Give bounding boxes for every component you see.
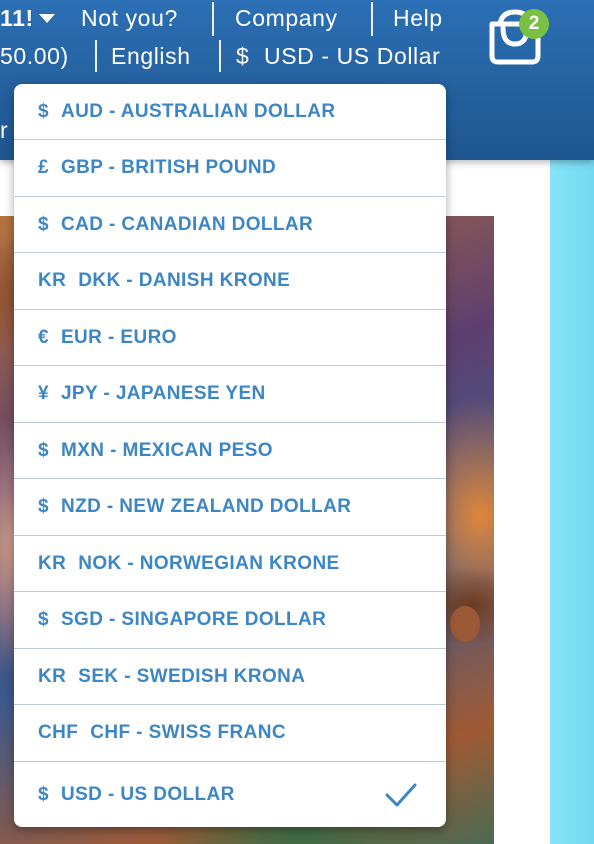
currency-option-symbol: ¥ — [38, 383, 49, 404]
currency-option[interactable]: $ NZD - NEW ZEALAND DOLLAR — [14, 479, 446, 536]
currency-option[interactable]: $ USD - US DOLLAR — [14, 762, 446, 827]
currency-option[interactable]: $ CAD - CANADIAN DOLLAR — [14, 197, 446, 253]
currency-option-label: SGD - SINGAPORE DOLLAR — [60, 609, 327, 630]
currency-option-symbol: $ — [38, 496, 49, 517]
currency-option[interactable]: $ MXN - MEXICAN PESO — [14, 423, 446, 479]
not-you-link[interactable]: Not you? — [81, 7, 178, 30]
currency-option-label: EUR - EURO — [60, 326, 177, 348]
currency-option[interactable]: £ GBP - BRITISH POUND — [14, 140, 446, 197]
currency-option[interactable]: KR NOK - NORWEGIAN KRONE — [14, 536, 446, 592]
company-link[interactable]: Company — [235, 7, 338, 30]
divider — [95, 40, 97, 72]
currency-option[interactable]: ¥ JPY - JAPANESE YEN — [14, 366, 446, 423]
currency-option-symbol: $ — [38, 213, 49, 235]
currency-option[interactable]: $ SGD - SINGAPORE DOLLAR — [14, 592, 446, 649]
currency-option-label: JPY - JAPANESE YEN — [60, 383, 266, 404]
caret-down-icon[interactable] — [39, 14, 55, 23]
currency-option-label: USD - US DOLLAR — [60, 783, 235, 805]
currency-option-symbol: $ — [38, 783, 49, 805]
currency-option-label: MXN - MEXICAN PESO — [60, 439, 273, 461]
currency-option-label: CAD - CANADIAN DOLLAR — [60, 213, 314, 235]
header-cut-text: r — [0, 117, 9, 143]
cart-count-badge: 2 — [519, 9, 549, 39]
currency-option[interactable]: € EUR - EURO — [14, 310, 446, 366]
help-link[interactable]: Help — [393, 7, 443, 30]
currency-option-symbol: $ — [38, 609, 49, 630]
account-greeting[interactable]: 11! — [0, 7, 34, 30]
currency-option-symbol: CHF — [38, 722, 79, 743]
currency-option-symbol: £ — [38, 157, 49, 178]
currency-option[interactable]: $ AUD - AUSTRALIAN DOLLAR — [14, 84, 446, 140]
currency-option-symbol: KR — [38, 552, 67, 574]
divider — [371, 2, 373, 36]
currency-option-symbol: KR — [38, 665, 67, 687]
currency-option-label: NOK - NORWEGIAN KRONE — [78, 552, 340, 574]
divider — [219, 40, 221, 72]
currency-option-label: GBP - BRITISH POUND — [60, 157, 277, 178]
balance-text: 50.00) — [0, 43, 69, 69]
currency-option-label: SEK - SWEDISH KRONA — [78, 665, 306, 687]
currency-option-label: CHF - SWISS FRANC — [90, 722, 286, 743]
currency-option-label: AUD - AUSTRALIAN DOLLAR — [60, 100, 336, 122]
content-strip — [494, 160, 550, 844]
divider — [212, 2, 214, 36]
currency-dropdown: $ AUD - AUSTRALIAN DOLLAR £ GBP - BRITISH P… — [14, 84, 446, 827]
currency-option-label: DKK - DANISH KRONE — [78, 270, 291, 291]
currency-option-symbol: € — [38, 326, 49, 348]
hero-figure — [450, 606, 480, 642]
currency-option[interactable]: KR DKK - DANISH KRONE — [14, 253, 446, 310]
currency-option-symbol: KR — [38, 270, 67, 291]
language-selector[interactable]: English — [111, 45, 191, 68]
side-panel — [550, 160, 594, 844]
currency-option-symbol: $ — [38, 439, 49, 461]
currency-option[interactable]: KR SEK - SWEDISH KRONA — [14, 649, 446, 705]
check-icon — [385, 783, 417, 806]
currency-symbol[interactable]: $ — [236, 45, 249, 68]
currency-option-label: NZD - NEW ZEALAND DOLLAR — [60, 496, 352, 517]
currency-option-symbol: $ — [38, 100, 49, 122]
currency-option[interactable]: CHF CHF - SWISS FRANC — [14, 705, 446, 762]
currency-selector[interactable]: USD - US Dollar — [264, 45, 440, 68]
